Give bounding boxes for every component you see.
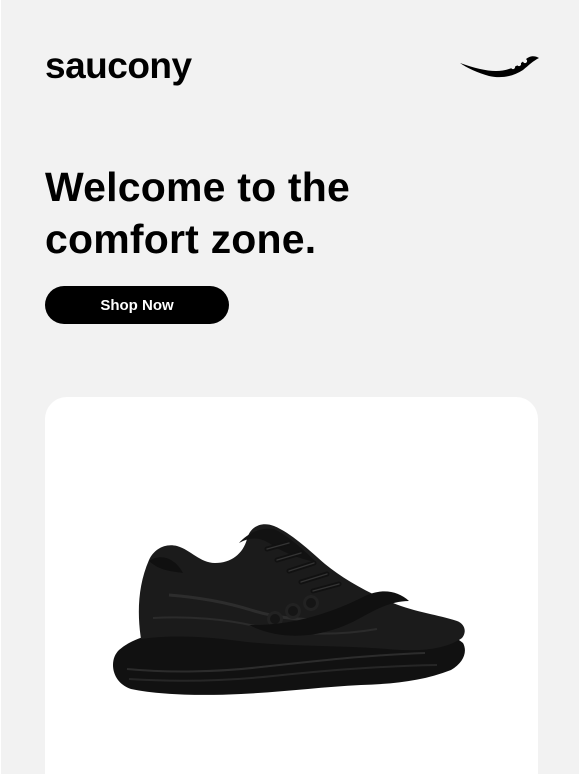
hero-headline-line-2: comfort zone. xyxy=(45,215,317,262)
email-container: saucony Welcome to the comfort zone. Sho… xyxy=(1,0,579,774)
saucony-swoosh-icon xyxy=(460,56,539,78)
shop-now-button[interactable]: Shop Now xyxy=(45,286,229,324)
hero-headline: Welcome to the comfort zone. xyxy=(45,162,515,265)
product-card[interactable] xyxy=(45,397,538,774)
running-shoe-image xyxy=(113,524,465,695)
hero-headline-line-1: Welcome to the xyxy=(45,164,351,210)
brand-logo[interactable]: saucony xyxy=(45,47,192,84)
